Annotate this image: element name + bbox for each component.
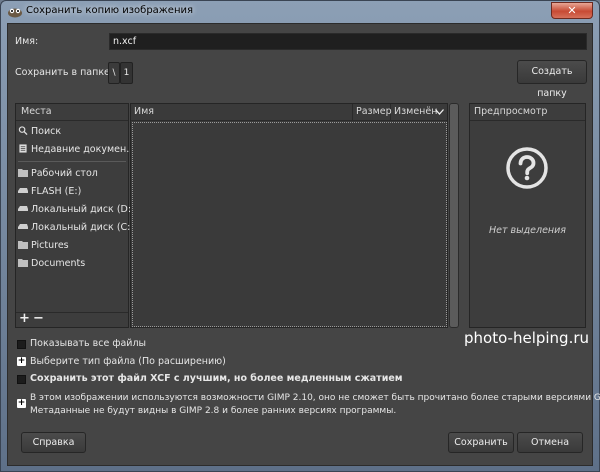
preview-panel: Предпросмотр Нет выделения xyxy=(469,103,586,328)
dialog-body: Имя: n.xcf Сохранить в папке \ 1 Создать… xyxy=(7,23,600,466)
close-button[interactable]: ✕ xyxy=(551,2,593,19)
column-modified-header[interactable]: Изменён xyxy=(391,104,447,121)
column-modified-label: Изменён xyxy=(394,106,438,117)
drive-icon xyxy=(18,206,28,211)
place-label: Поиск xyxy=(31,126,62,137)
places-panel: Места Поиск Недавние докумен... Рабочий … xyxy=(15,103,135,328)
place-label: Недавние докумен... xyxy=(31,144,136,155)
place-documents[interactable]: Documents xyxy=(18,256,85,272)
chevron-down-icon xyxy=(435,109,444,115)
place-disk-c[interactable]: Локальный диск (C:) xyxy=(18,220,134,236)
places-header[interactable]: Места xyxy=(16,104,128,121)
place-disk-d[interactable]: Локальный диск (D:) xyxy=(18,202,135,218)
folder-icon xyxy=(18,169,28,177)
file-list-body[interactable] xyxy=(132,122,447,327)
title-bar[interactable]: Сохранить копию изображения ✕ xyxy=(1,1,599,23)
show-all-files-label[interactable]: Показывать все файлы xyxy=(30,338,146,349)
folder-icon xyxy=(18,241,28,249)
path-folder-button[interactable]: 1 xyxy=(120,62,133,84)
place-desktop[interactable]: Рабочий стол xyxy=(18,166,98,182)
column-name-header[interactable]: Имя xyxy=(131,104,353,121)
place-flash[interactable]: FLASH (E:) xyxy=(18,184,81,200)
save-button[interactable]: Сохранить xyxy=(448,432,514,453)
place-pictures[interactable]: Pictures xyxy=(18,238,69,254)
gimp-app-icon xyxy=(8,8,22,18)
file-type-expander[interactable]: + xyxy=(17,357,26,366)
folder-icon xyxy=(18,259,28,267)
watermark-text: photo-helping.ru xyxy=(464,329,590,347)
file-list-scrollbar[interactable] xyxy=(449,103,459,328)
filename-input[interactable]: n.xcf xyxy=(109,33,587,50)
drive-icon xyxy=(18,224,28,229)
preview-header: Предпросмотр xyxy=(470,104,585,121)
compat-notice-line2: Метаданные не будут видны в GIMP 2.8 и б… xyxy=(30,406,397,416)
add-place-button[interactable]: + xyxy=(19,311,30,326)
no-selection-text: Нет выделения xyxy=(488,225,567,236)
place-label: FLASH (E:) xyxy=(31,186,82,197)
better-compression-checkbox[interactable] xyxy=(17,375,26,384)
place-search[interactable]: Поиск xyxy=(18,124,61,140)
path-root-button[interactable]: \ xyxy=(108,62,120,84)
place-label: Локальный диск (C:) xyxy=(31,222,135,233)
better-compression-label[interactable]: Сохранить этот файл XCF с лучшим, но бол… xyxy=(30,373,403,384)
place-label: Documents xyxy=(31,258,86,269)
search-icon xyxy=(18,126,28,135)
help-button[interactable]: Справка xyxy=(21,432,86,453)
name-label: Имя: xyxy=(15,36,39,47)
remove-place-button[interactable]: − xyxy=(33,311,44,326)
place-label: Локальный диск (D:) xyxy=(31,204,135,215)
save-in-folder-label: Сохранить в папке xyxy=(15,67,110,78)
dialog-window: Сохранить копию изображения ✕ Имя: n.xcf… xyxy=(0,0,600,472)
create-folder-button[interactable]: Создать папку xyxy=(517,60,587,99)
column-size-header[interactable]: Размер xyxy=(353,104,392,121)
place-label: Рабочий стол xyxy=(31,168,98,179)
file-list[interactable]: Имя Размер Изменён xyxy=(130,103,448,328)
recent-documents-icon xyxy=(19,144,27,153)
drive-icon xyxy=(18,188,28,193)
question-mark-icon xyxy=(506,147,548,189)
file-type-label[interactable]: Выберите тип файла (По расширению) xyxy=(30,356,226,367)
compat-details-expander[interactable]: + xyxy=(17,399,26,408)
places-separator xyxy=(18,161,126,162)
place-recent[interactable]: Недавние докумен... xyxy=(18,142,135,158)
compat-notice-line1: В этом изображении используются возможно… xyxy=(30,393,600,403)
window-title: Сохранить копию изображения xyxy=(26,5,194,16)
place-label: Pictures xyxy=(31,240,69,251)
show-all-files-checkbox[interactable] xyxy=(17,340,26,349)
cancel-button[interactable]: Отмена xyxy=(517,432,583,453)
